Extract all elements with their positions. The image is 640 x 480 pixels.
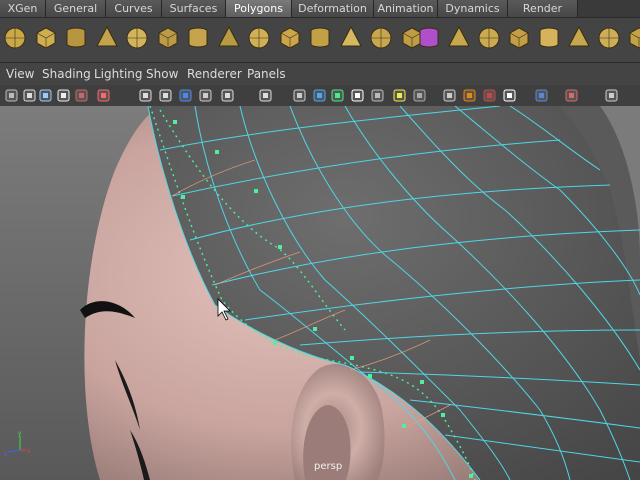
sphere-icon[interactable] (2, 24, 32, 56)
separate-icon[interactable] (307, 24, 337, 56)
textured-icon[interactable] (370, 88, 385, 103)
menu-panels[interactable]: Panels (247, 67, 286, 81)
grid-icon[interactable] (138, 88, 153, 103)
cylinder-icon[interactable] (63, 24, 93, 56)
menu-renderer[interactable]: Renderer (187, 67, 242, 81)
anti-aliasing-icon[interactable] (482, 88, 497, 103)
tab-surfaces[interactable]: Surfaces (162, 0, 226, 17)
safe-action-icon[interactable] (258, 88, 273, 103)
cube-icon[interactable] (33, 24, 63, 56)
tab-general[interactable]: General (46, 0, 106, 17)
isolate-select-icon[interactable] (502, 88, 517, 103)
2d-pan-icon[interactable] (74, 88, 89, 103)
xray-joints-icon[interactable] (534, 88, 549, 103)
menu-show[interactable]: Show (146, 67, 178, 81)
cone-icon[interactable] (94, 24, 124, 56)
image-plane-icon[interactable] (56, 88, 71, 103)
shelf-tab-bar: XGen General Curves Surfaces Polygons Deforma… (0, 0, 640, 18)
smooth-icon[interactable] (368, 24, 398, 56)
menu-view[interactable]: View (6, 67, 34, 81)
gate-mask-icon[interactable] (198, 88, 213, 103)
tab-deformation[interactable]: Deformation (292, 0, 374, 17)
grease-pencil-icon[interactable] (96, 88, 111, 103)
xray-icon[interactable] (350, 88, 365, 103)
film-gate-icon[interactable] (158, 88, 173, 103)
xray-active-icon[interactable] (564, 88, 579, 103)
extrude-icon[interactable] (446, 24, 476, 56)
extract-icon[interactable] (338, 24, 368, 56)
shadows-icon[interactable] (412, 88, 427, 103)
viewport-toolbar (0, 85, 640, 107)
motion-blur-icon[interactable] (462, 88, 477, 103)
field-chart-icon[interactable] (220, 88, 235, 103)
resolution-gate-icon[interactable] (178, 88, 193, 103)
tab-polygons[interactable]: Polygons (226, 0, 292, 17)
hud-icon[interactable] (604, 88, 619, 103)
plane-icon[interactable] (124, 24, 154, 56)
combine-icon[interactable] (277, 24, 307, 56)
tab-render[interactable]: Render (508, 0, 578, 17)
use-lights-icon[interactable] (392, 88, 407, 103)
split-icon[interactable] (476, 24, 506, 56)
svg-text:x: x (27, 448, 31, 455)
bridge-icon[interactable] (506, 24, 536, 56)
menu-shading[interactable]: Shading (42, 67, 91, 81)
append-icon[interactable] (536, 24, 566, 56)
svg-text:y: y (18, 430, 22, 437)
perspective-viewport[interactable]: y z x (0, 106, 640, 480)
select-camera-icon[interactable] (4, 88, 19, 103)
camera-label: persp (314, 461, 343, 472)
bevel-icon[interactable] (596, 24, 626, 56)
torus-icon[interactable] (155, 24, 185, 56)
merge-icon[interactable] (566, 24, 596, 56)
bookmark-icon[interactable] (38, 88, 53, 103)
viewport-menu-bar: View Shading Lighting Show Renderer Pane… (0, 63, 640, 85)
svg-text:z: z (4, 451, 7, 458)
pipe-icon[interactable] (216, 24, 246, 56)
soccer-ball-icon[interactable] (246, 24, 276, 56)
ambient-occlusion-icon[interactable] (442, 88, 457, 103)
tab-animation[interactable]: Animation (374, 0, 438, 17)
wireframe-icon[interactable] (292, 88, 307, 103)
smooth-shade-icon[interactable] (312, 88, 327, 103)
polygon-shelf (0, 18, 640, 63)
scene-render: y z x (0, 106, 640, 480)
tab-xgen[interactable]: XGen (0, 0, 46, 17)
pyramid-icon[interactable] (185, 24, 215, 56)
poly-cube-icon[interactable] (416, 24, 446, 56)
uv-icon[interactable] (626, 24, 640, 56)
wireframe-on-shaded-icon[interactable] (330, 88, 345, 103)
tab-curves[interactable]: Curves (106, 0, 162, 17)
tab-dynamics[interactable]: Dynamics (438, 0, 508, 17)
camera-attributes-icon[interactable] (22, 88, 37, 103)
menu-lighting[interactable]: Lighting (94, 67, 143, 81)
